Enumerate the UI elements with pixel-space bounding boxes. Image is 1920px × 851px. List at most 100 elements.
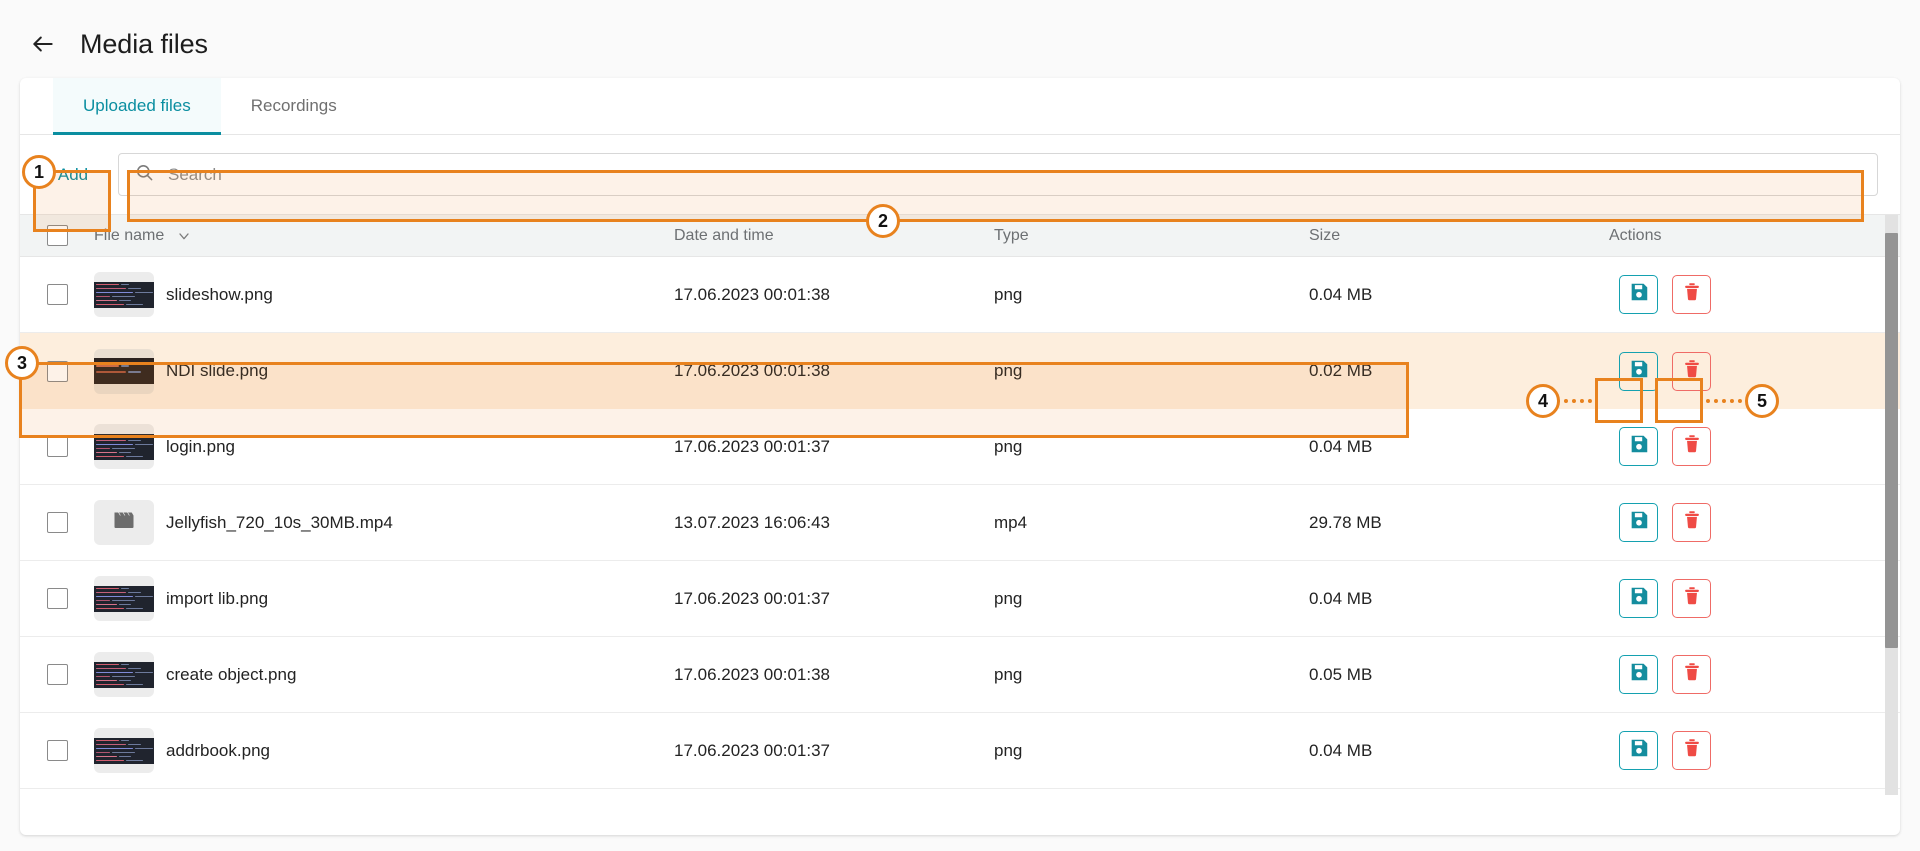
header-size[interactable]: Size (1309, 227, 1609, 245)
header-file-name-label: File name (94, 226, 165, 244)
file-name-cell: addrbook.png (94, 728, 674, 773)
thumbnail-image (94, 661, 154, 688)
table-row[interactable]: login.png 17.06.2023 00:01:37 png 0.04 MB (20, 409, 1900, 485)
row-save-button[interactable] (1619, 275, 1658, 314)
file-name-cell: import lib.png (94, 576, 674, 621)
file-row-highlighted[interactable]: NDI slide.png 17.06.2023 00:01:38 png 0.02 … (20, 333, 1900, 409)
table-row[interactable]: create object.png 17.06.2023 00:01:38 png 0… (20, 637, 1900, 713)
row-save-button[interactable] (1619, 503, 1658, 542)
search-placeholder: Search (168, 164, 222, 184)
table-row[interactable]: import lib.png 17.06.2023 00:01:37 png 0.04… (20, 561, 1900, 637)
chevron-down-icon[interactable] (176, 228, 192, 244)
row-checkbox[interactable] (46, 360, 68, 382)
file-size-cell: 0.04 MB (1309, 588, 1373, 608)
thumbnail-image (94, 281, 154, 308)
file-thumbnail (94, 576, 154, 621)
file-date-cell: 13.07.2023 16:06:43 (674, 512, 830, 532)
row-save-button[interactable] (1619, 579, 1658, 618)
tab-recordings-label: Recordings (250, 96, 337, 115)
trash-icon (1681, 737, 1703, 764)
row-checkbox[interactable] (46, 740, 68, 761)
header-file-name[interactable]: File name (94, 227, 674, 245)
table-row[interactable]: addrbook.png 17.06.2023 00:01:37 png 0.04 M… (20, 713, 1900, 789)
row-checkbox[interactable] (46, 664, 68, 685)
row-save-button[interactable] (1619, 731, 1658, 770)
annotation-badge-4: 4 (1526, 384, 1560, 418)
file-name-cell: Jellyfish_720_10s_30MB.mp4 (94, 500, 674, 545)
header-date-time[interactable]: Date and time (674, 227, 994, 245)
file-actions-cell (1609, 275, 1900, 314)
file-size-cell: 0.05 MB (1309, 664, 1373, 684)
annotation-connector-4 (1556, 399, 1592, 403)
row-delete-button[interactable] (1672, 579, 1711, 618)
file-type-cell: png (994, 436, 1023, 456)
row-save-button[interactable] (1619, 655, 1658, 694)
file-name-label: slideshow.png (166, 284, 273, 304)
file-size-cell: 0.02 MB (1309, 361, 1373, 380)
table-scrollbar-thumb[interactable] (1885, 233, 1898, 648)
row-delete-button[interactable] (1672, 427, 1711, 466)
table-body: slideshow.png 17.06.2023 00:01:38 png 0.04 … (20, 257, 1900, 789)
save-floppy-icon (1628, 358, 1650, 385)
thumbnail-image (94, 433, 154, 460)
file-date-cell: 17.06.2023 00:01:38 (674, 361, 830, 380)
row-checkbox[interactable] (46, 284, 68, 305)
thumbnail-image (94, 737, 154, 764)
file-name-label: NDI slide.png (166, 361, 269, 380)
file-size-cell: 29.78 MB (1309, 512, 1382, 532)
annotation-badge-1: 1 (22, 155, 56, 189)
files-table: File name Date and time Type Size Action… (20, 214, 1900, 795)
trash-icon (1681, 661, 1703, 688)
annotation-badge-5: 5 (1745, 384, 1779, 418)
select-all-checkbox[interactable] (46, 225, 68, 246)
file-name-cell: NDI slide.png (94, 348, 674, 394)
row-save-button[interactable] (1619, 351, 1658, 391)
row-delete-button[interactable] (1672, 503, 1711, 542)
save-floppy-icon (1628, 585, 1650, 612)
row-checkbox[interactable] (46, 588, 68, 609)
row-delete-button[interactable] (1672, 275, 1711, 314)
file-name-label: addrbook.png (166, 740, 270, 760)
annotation-connector-5 (1706, 399, 1742, 403)
select-all-cell (20, 225, 94, 246)
file-thumbnail (94, 272, 154, 317)
search-input[interactable]: Search (118, 153, 1878, 196)
back-arrow-icon[interactable] (26, 27, 60, 61)
thumbnail-image (94, 585, 154, 612)
media-files-page: Media files Uploaded files Recordings Ad… (0, 0, 1920, 851)
row-delete-button[interactable] (1672, 731, 1711, 770)
annotation-badge-3: 3 (5, 346, 39, 380)
table-scrollbar-track[interactable] (1885, 215, 1898, 795)
row-checkbox[interactable] (46, 436, 68, 457)
header-type[interactable]: Type (994, 227, 1309, 245)
row-delete-button[interactable] (1672, 655, 1711, 694)
file-type-cell: png (994, 588, 1023, 608)
file-date-cell: 17.06.2023 00:01:37 (674, 436, 830, 456)
save-floppy-icon (1628, 737, 1650, 764)
page-header: Media files (0, 0, 1920, 88)
row-save-button[interactable] (1619, 427, 1658, 466)
tab-recordings[interactable]: Recordings (221, 78, 367, 134)
file-type-cell: png (994, 284, 1023, 304)
file-name-cell: create object.png (94, 652, 674, 697)
tab-uploaded-files[interactable]: Uploaded files (53, 78, 221, 135)
file-actions-cell (1609, 579, 1900, 618)
toolbar: Add Search (20, 135, 1900, 214)
file-actions-cell (1609, 503, 1900, 542)
file-name-label: create object.png (166, 664, 297, 684)
file-type-cell: mp4 (994, 512, 1028, 532)
file-name-label: Jellyfish_720_10s_30MB.mp4 (166, 512, 393, 532)
file-thumbnail (94, 728, 154, 773)
file-actions-cell (1609, 731, 1900, 770)
table-row[interactable]: Jellyfish_720_10s_30MB.mp4 13.07.2023 16:… (20, 485, 1900, 561)
row-delete-button[interactable] (1672, 351, 1711, 391)
row-checkbox[interactable] (46, 512, 68, 533)
table-row[interactable]: slideshow.png 17.06.2023 00:01:38 png 0.04 … (20, 257, 1900, 333)
trash-icon (1681, 433, 1703, 460)
clapperboard-icon (111, 508, 137, 537)
trash-icon (1681, 281, 1703, 308)
save-floppy-icon (1628, 661, 1650, 688)
file-thumbnail (94, 500, 154, 545)
file-size-cell: 0.04 MB (1309, 284, 1373, 304)
file-thumbnail (94, 652, 154, 697)
